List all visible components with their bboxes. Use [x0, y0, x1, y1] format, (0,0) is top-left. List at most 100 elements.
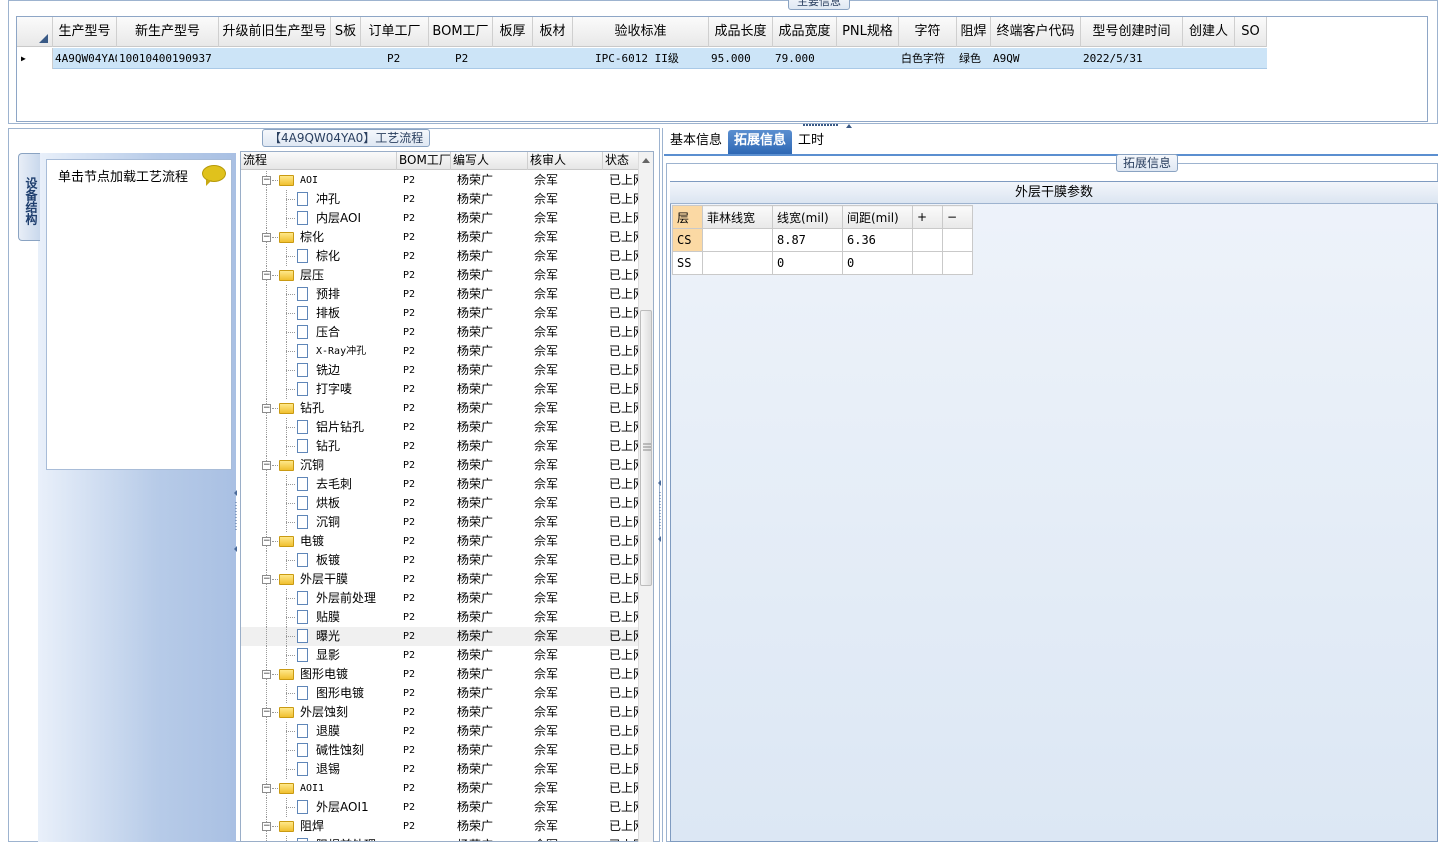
tree-row[interactable]: 打字唛 P2 杨荣广 佘军 已上网 — [241, 380, 639, 399]
add-column-button[interactable]: + — [912, 205, 943, 229]
grid-cell[interactable]: 2022/5/31 — [1081, 48, 1183, 69]
grid-cell[interactable]: 4A9QW04YA0 — [53, 48, 117, 69]
tree-row[interactable]: 冲孔 P2 杨荣广 佘军 已上网 — [241, 190, 639, 209]
tree-row[interactable]: 排板 P2 杨荣广 佘军 已上网 — [241, 304, 639, 323]
param-cell[interactable]: 6.36 — [842, 228, 913, 252]
tree-row[interactable]: 贴膜 P2 杨荣广 佘军 已上网 — [241, 608, 639, 627]
param-cell[interactable] — [702, 228, 773, 252]
tree-col-header[interactable]: 状态 — [603, 152, 639, 170]
tree-row[interactable]: 内层AOI P2 杨荣广 佘军 已上网 — [241, 209, 639, 228]
tree-scroll-thumb[interactable] — [640, 310, 652, 586]
grid-cell[interactable] — [493, 48, 533, 69]
grid-corner[interactable] — [17, 17, 53, 47]
tree-row[interactable]: − 钻孔 P2 杨荣广 佘军 已上网 — [241, 399, 639, 418]
node-load-box[interactable] — [46, 159, 232, 470]
scroll-up-icon[interactable] — [639, 154, 653, 168]
tree-row[interactable]: − AOI P2 杨荣广 佘军 已上网 — [241, 171, 639, 190]
grid-col-header[interactable]: 升级前旧生产型号 — [219, 17, 331, 47]
grid-col-header[interactable]: 验收标准 — [573, 17, 709, 47]
collapse-icon[interactable]: − — [262, 670, 271, 679]
grid-col-header[interactable]: S板 — [331, 17, 361, 47]
grid-col-header[interactable]: 阻焊 — [957, 17, 991, 47]
param-cell[interactable] — [912, 228, 943, 252]
split-grip[interactable] — [802, 122, 852, 130]
param-cell[interactable]: 0 — [842, 251, 913, 275]
collapse-icon[interactable]: − — [262, 537, 271, 546]
grid-col-header[interactable]: 字符 — [899, 17, 957, 47]
grid-col-header[interactable]: 新生产型号 — [117, 17, 219, 47]
tree-row[interactable]: − 外层蚀刻 P2 杨荣广 佘军 已上网 — [241, 703, 639, 722]
param-cell[interactable]: 0 — [772, 251, 843, 275]
tree-row[interactable]: 碱性蚀刻 P2 杨荣广 佘军 已上网 — [241, 741, 639, 760]
param-cell[interactable]: 8.87 — [772, 228, 843, 252]
param-cell[interactable] — [912, 251, 943, 275]
tree-row[interactable]: 钻孔 P2 杨荣广 佘军 已上网 — [241, 437, 639, 456]
tree-row[interactable]: − 棕化 P2 杨荣广 佘军 已上网 — [241, 228, 639, 247]
tree-row[interactable]: − 外层干膜 P2 杨荣广 佘军 已上网 — [241, 570, 639, 589]
grid-col-header[interactable]: SO — [1235, 17, 1267, 47]
grid-col-header[interactable]: 终端客户代码 — [991, 17, 1081, 47]
tree-row[interactable]: 沉铜 P2 杨荣广 佘军 已上网 — [241, 513, 639, 532]
tree-row[interactable]: − AOI1 P2 杨荣广 佘军 已上网 — [241, 779, 639, 798]
tree-col-header[interactable]: 流程 — [241, 152, 397, 170]
grid-cell[interactable]: 95.000 — [709, 48, 773, 69]
remove-column-button[interactable]: − — [942, 205, 973, 229]
grid-col-header[interactable]: PNL规格 — [837, 17, 899, 47]
tree-row[interactable]: 铝片钻孔 P2 杨荣广 佘军 已上网 — [241, 418, 639, 437]
tree-row[interactable]: 外层AOI1 P2 杨荣广 佘军 已上网 — [241, 798, 639, 817]
tab-equipment-structure[interactable]: 设备结构 — [18, 153, 40, 241]
splitter-handle[interactable] — [234, 470, 238, 560]
collapse-icon[interactable]: − — [262, 575, 271, 584]
grid-col-header[interactable]: 创建人 — [1183, 17, 1235, 47]
grid-col-header[interactable]: 成品宽度 — [773, 17, 837, 47]
grid-col-header[interactable]: BOM工厂 — [429, 17, 493, 47]
tree-row[interactable]: 退膜 P2 杨荣广 佘军 已上网 — [241, 722, 639, 741]
tree-row[interactable]: X-Ray冲孔 P2 杨荣广 佘军 已上网 — [241, 342, 639, 361]
collapse-icon[interactable]: − — [262, 176, 271, 185]
grid-col-header[interactable]: 订单工厂 — [361, 17, 429, 47]
tree-row[interactable]: 棕化 P2 杨荣广 佘军 已上网 — [241, 247, 639, 266]
tree-row[interactable]: 显影 P2 杨荣广 佘军 已上网 — [241, 646, 639, 665]
param-cell[interactable] — [942, 251, 973, 275]
grid-row-selected[interactable]: ▶ 4A9QW04YA0 10010400190937 P2 P2 IPC-6012 II… — [17, 48, 1267, 69]
param-cell[interactable] — [702, 251, 773, 275]
tree-row[interactable]: 预排 P2 杨荣广 佘军 已上网 — [241, 285, 639, 304]
collapse-icon[interactable]: − — [262, 233, 271, 242]
collapse-icon[interactable]: − — [262, 708, 271, 717]
grid-cell[interactable]: 79.000 — [773, 48, 837, 69]
grid-cell[interactable]: 白色字符 — [899, 48, 957, 69]
tab-work-hours[interactable]: 工时 — [792, 130, 830, 154]
grid-cell[interactable] — [1235, 48, 1267, 69]
collapse-icon[interactable]: − — [262, 784, 271, 793]
grid-cell[interactable]: IPC-6012 II级 — [573, 48, 709, 69]
tree-row[interactable]: − 阻焊 P2 杨荣广 佘军 已上网 — [241, 817, 639, 836]
grid-cell[interactable] — [533, 48, 573, 69]
tree-row[interactable]: 曝光 P2 杨荣广 佘军 已上网 — [241, 627, 639, 646]
grid-col-header[interactable]: 板材 — [533, 17, 573, 47]
tree-col-header[interactable]: 核审人 — [528, 152, 603, 170]
tree-row[interactable]: 图形电镀 P2 杨荣广 佘军 已上网 — [241, 684, 639, 703]
grid-cell[interactable]: A9QW — [991, 48, 1081, 69]
grid-cell[interactable] — [837, 48, 899, 69]
grid-cell[interactable] — [1183, 48, 1235, 69]
tree-row[interactable]: 板镀 P2 杨荣广 佘军 已上网 — [241, 551, 639, 570]
tree-row[interactable]: 铣边 P2 杨荣广 佘军 已上网 — [241, 361, 639, 380]
grid-cell[interactable]: 绿色 — [957, 48, 991, 69]
param-cell[interactable] — [942, 228, 973, 252]
tree-col-header[interactable]: BOM工厂 — [397, 152, 451, 170]
grid-cell[interactable] — [331, 48, 361, 69]
collapse-icon[interactable]: − — [262, 461, 271, 470]
collapse-icon[interactable]: − — [262, 822, 271, 831]
tree-row[interactable]: − 层压 P2 杨荣广 佘军 已上网 — [241, 266, 639, 285]
tree-row[interactable]: − 沉铜 P2 杨荣广 佘军 已上网 — [241, 456, 639, 475]
tree-row[interactable]: − 电镀 P2 杨荣广 佘军 已上网 — [241, 532, 639, 551]
grid-col-header[interactable]: 型号创建时间 — [1081, 17, 1183, 47]
param-cell[interactable]: SS — [672, 251, 703, 275]
grid-col-header[interactable]: 板厚 — [493, 17, 533, 47]
grid-cell[interactable] — [219, 48, 331, 69]
grid-col-header[interactable]: 生产型号 — [53, 17, 117, 47]
tree-row[interactable]: 阻焊前处理 P2杨荣广佘军已上网 — [241, 836, 639, 841]
grid-cell[interactable]: 10010400190937 — [117, 48, 219, 69]
grid-cell[interactable]: P2 — [361, 48, 429, 69]
tree-col-header[interactable]: 编写人 — [451, 152, 528, 170]
